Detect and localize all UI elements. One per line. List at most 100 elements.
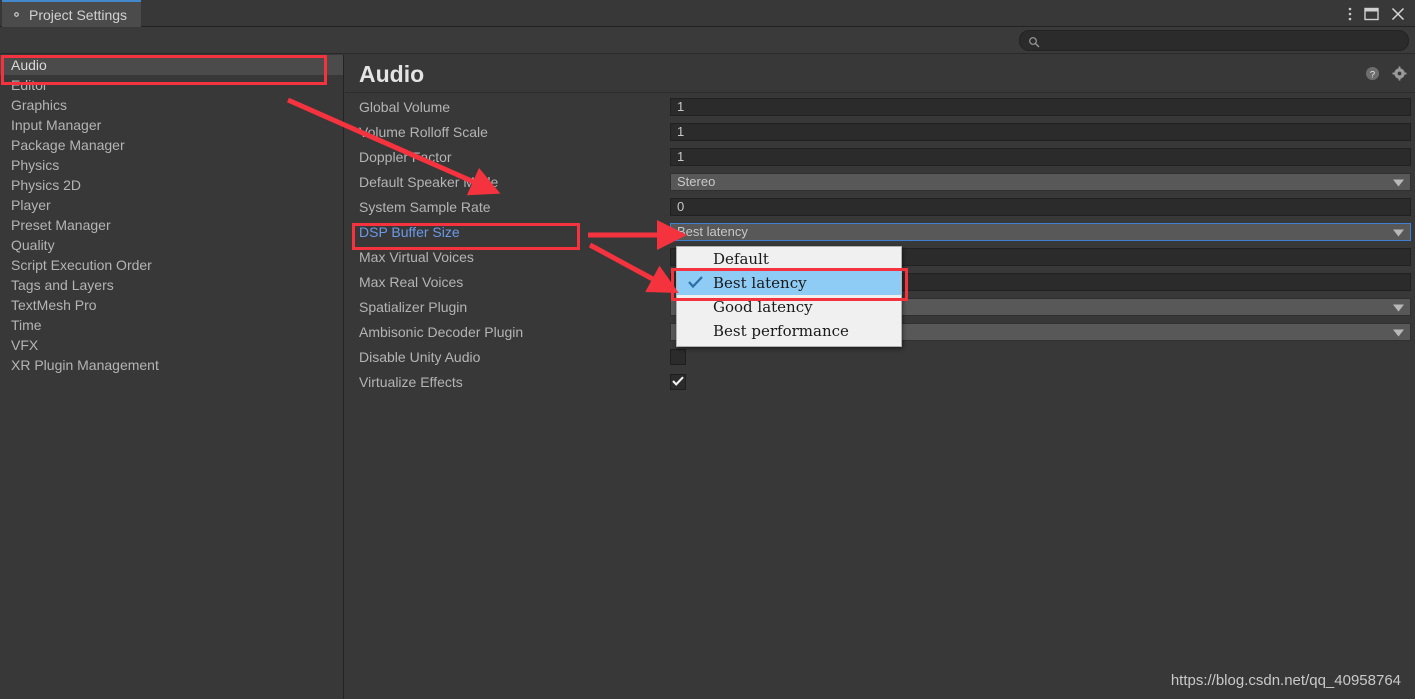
sidebar-item-label: Audio [11, 57, 47, 73]
settings-main-panel: Audio ? Global Volume 1 Volume Rolloff S… [345, 55, 1415, 699]
field-value: 1 [677, 149, 685, 164]
volume-rolloff-scale-input[interactable]: 1 [670, 122, 1411, 141]
sidebar-item-label: TextMesh Pro [11, 297, 97, 313]
kebab-menu-icon[interactable] [1348, 6, 1352, 22]
toolbar [0, 27, 1415, 54]
watermark: https://blog.csdn.net/qq_40958764 [1170, 672, 1401, 689]
sidebar-item-label: Graphics [11, 97, 68, 113]
sidebar-item-graphics[interactable]: Graphics [0, 95, 343, 115]
sidebar-item-label: Player [11, 197, 51, 213]
sidebar-item-editor[interactable]: Editor [0, 75, 343, 95]
row-label: Global Volume [359, 98, 451, 115]
row-label: Virtualize Effects [359, 373, 463, 390]
system-sample-rate-input[interactable]: 0 [670, 197, 1411, 216]
project-settings-window: Project Settings Audio Editor Graphics I [0, 0, 1415, 699]
row-label: Default Speaker Mode [359, 173, 499, 190]
field-value: Stereo [677, 174, 716, 189]
row-volume-rolloff-scale: Volume Rolloff Scale 1 [345, 119, 1415, 144]
row-label: DSP Buffer Size [359, 223, 460, 240]
maximize-icon[interactable] [1364, 7, 1379, 21]
sidebar-item-xr-plugin-management[interactable]: XR Plugin Management [0, 355, 343, 375]
row-label: Spatializer Plugin [359, 298, 468, 315]
tab-project-settings[interactable]: Project Settings [2, 0, 142, 27]
row-label: Doppler Factor [359, 148, 452, 165]
sidebar-item-textmesh-pro[interactable]: TextMesh Pro [0, 295, 343, 315]
search-icon [1028, 35, 1040, 47]
sidebar-item-label: Script Execution Order [11, 257, 152, 273]
sidebar-item-label: Physics 2D [11, 177, 82, 193]
dropdown-option-best-performance[interactable]: Best performance [677, 319, 901, 343]
dropdown-option-label: Best latency [713, 274, 807, 292]
sidebar-item-vfx[interactable]: VFX [0, 335, 343, 355]
sidebar-item-package-manager[interactable]: Package Manager [0, 135, 343, 155]
row-doppler-factor: Doppler Factor 1 [345, 144, 1415, 169]
sidebar-item-time[interactable]: Time [0, 315, 343, 335]
sidebar-item-quality[interactable]: Quality [0, 235, 343, 255]
sidebar-item-label: XR Plugin Management [11, 357, 159, 373]
field-value: Best latency [677, 224, 748, 239]
row-global-volume: Global Volume 1 [345, 94, 1415, 119]
panel-header-icons: ? [1365, 66, 1407, 86]
row-label: Max Real Voices [359, 273, 464, 290]
disable-unity-audio-checkbox[interactable] [670, 348, 686, 365]
settings-rows: Global Volume 1 Volume Rolloff Scale 1 D… [345, 94, 1415, 394]
check-icon [672, 373, 684, 391]
field-value: 0 [677, 199, 685, 214]
sidebar-item-label: Input Manager [11, 117, 102, 133]
row-dsp-buffer-size: DSP Buffer Size Best latency [345, 219, 1415, 244]
row-default-speaker-mode: Default Speaker Mode Stereo [345, 169, 1415, 194]
sidebar-item-preset-manager[interactable]: Preset Manager [0, 215, 343, 235]
sidebar-item-tags-and-layers[interactable]: Tags and Layers [0, 275, 343, 295]
dropdown-option-label: Best performance [713, 322, 849, 340]
search-box[interactable] [1019, 30, 1409, 51]
row-label: Disable Unity Audio [359, 348, 481, 365]
tab-label: Project Settings [29, 6, 128, 23]
dropdown-option-label: Default [713, 250, 769, 268]
gear-icon[interactable] [1392, 66, 1407, 86]
row-system-sample-rate: System Sample Rate 0 [345, 194, 1415, 219]
svg-text:?: ? [1370, 69, 1375, 79]
sidebar-item-physics[interactable]: Physics [0, 155, 343, 175]
dropdown-option-label: Good latency [713, 298, 813, 316]
sidebar-item-label: Tags and Layers [11, 277, 114, 293]
search-input[interactable] [1045, 33, 1385, 48]
dropdown-option-best-latency[interactable]: Best latency [677, 271, 901, 295]
close-icon[interactable] [1391, 7, 1405, 21]
sidebar-item-label: Physics [11, 157, 60, 173]
doppler-factor-input[interactable]: 1 [670, 147, 1411, 166]
field-value: 1 [677, 99, 685, 114]
dropdown-option-default[interactable]: Default [677, 247, 901, 271]
sidebar-item-label: Package Manager [11, 137, 125, 153]
sidebar-item-audio[interactable]: Audio [0, 55, 343, 75]
panel-header: Audio ? [345, 55, 1415, 93]
sidebar-item-label: Quality [11, 237, 55, 253]
window-controls [1348, 0, 1411, 27]
default-speaker-mode-dropdown[interactable]: Stereo [670, 172, 1411, 191]
gear-icon [10, 8, 23, 21]
sidebar-item-physics-2d[interactable]: Physics 2D [0, 175, 343, 195]
page-title: Audio [359, 61, 425, 87]
virtualize-effects-checkbox[interactable] [670, 373, 686, 391]
field-value: 1 [677, 124, 685, 139]
row-label: Volume Rolloff Scale [359, 123, 488, 140]
dropdown-option-good-latency[interactable]: Good latency [677, 295, 901, 319]
title-bar: Project Settings [0, 0, 1415, 27]
sidebar-item-label: Preset Manager [11, 217, 111, 233]
global-volume-input[interactable]: 1 [670, 97, 1411, 116]
chevron-down-icon [1393, 174, 1404, 189]
sidebar-item-player[interactable]: Player [0, 195, 343, 215]
check-icon [688, 274, 703, 292]
row-label: System Sample Rate [359, 198, 491, 215]
chevron-down-icon [1393, 224, 1404, 239]
row-disable-unity-audio: Disable Unity Audio [345, 344, 1415, 369]
help-icon[interactable]: ? [1365, 66, 1380, 86]
sidebar-item-input-manager[interactable]: Input Manager [0, 115, 343, 135]
sidebar-item-label: Editor [11, 77, 48, 93]
settings-sidebar: Audio Editor Graphics Input Manager Pack… [0, 55, 344, 699]
dsp-buffer-size-dropdown[interactable]: Best latency [670, 222, 1411, 241]
chevron-down-icon [1393, 324, 1404, 339]
sidebar-item-script-execution-order[interactable]: Script Execution Order [0, 255, 343, 275]
chevron-down-icon [1393, 299, 1404, 314]
row-virtualize-effects: Virtualize Effects [345, 369, 1415, 394]
sidebar-item-label: VFX [11, 337, 39, 353]
